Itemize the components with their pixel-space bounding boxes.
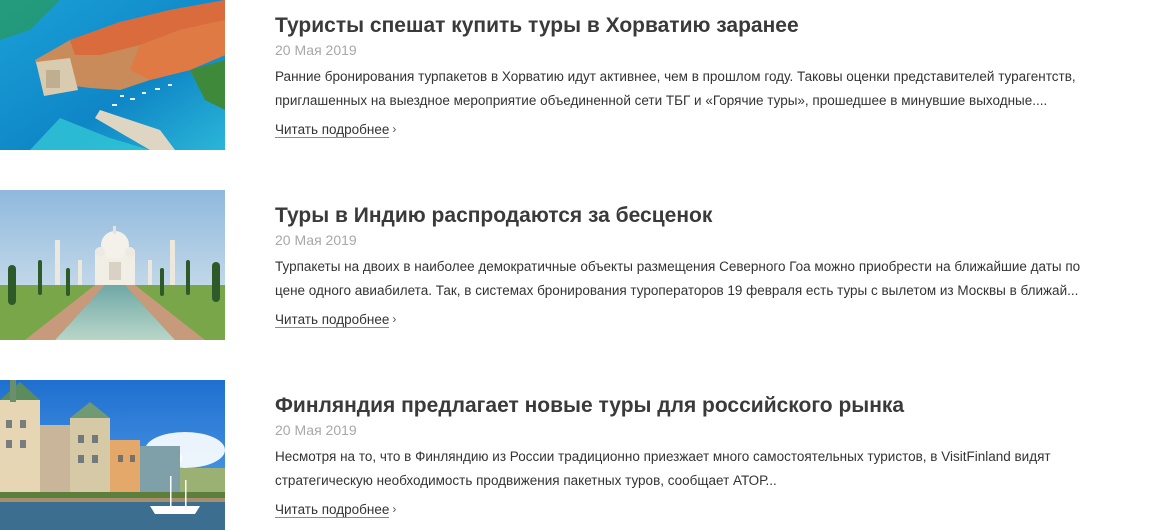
news-excerpt-line: Несмотря на то, что в Финляндию из Росси… xyxy=(275,449,1051,464)
read-more-label: Читать подробнее xyxy=(275,312,390,328)
news-item-india: Туры в Индию распродаются за бесценок 20… xyxy=(0,190,1166,340)
news-excerpt-line: стратегическую необходимость продвижения… xyxy=(275,473,777,488)
news-item-croatia: Туристы спешат купить туры в Хорватию за… xyxy=(0,0,1166,150)
news-image-dubrovnik[interactable] xyxy=(0,0,225,150)
news-title[interactable]: Туристы спешат купить туры в Хорватию за… xyxy=(275,12,799,40)
read-more-link[interactable]: Читать подробнее › xyxy=(275,309,396,330)
news-date: 20 Мая 2019 xyxy=(275,42,357,58)
news-excerpt-line: Ранние бронирования турпакетов в Хорвати… xyxy=(275,69,1076,84)
news-excerpt-line: приглашенных на выездное мероприятие объ… xyxy=(275,93,1048,108)
news-image-helsinki[interactable] xyxy=(0,380,225,530)
news-list: Туристы спешат купить туры в Хорватию за… xyxy=(0,0,1166,530)
news-date: 20 Мая 2019 xyxy=(275,232,357,248)
read-more-label: Читать подробнее xyxy=(275,502,390,518)
dubrovnik-photo-icon xyxy=(0,0,225,150)
news-date: 20 Мая 2019 xyxy=(275,422,357,438)
news-excerpt: Несмотря на то, что в Финляндию из Росси… xyxy=(275,445,1166,493)
read-more-link[interactable]: Читать подробнее › xyxy=(275,119,396,140)
news-excerpt-line: цене одного авиабилета. Так, в системах … xyxy=(275,283,1079,298)
taj-mahal-photo-icon xyxy=(0,190,225,340)
chevron-right-icon: › xyxy=(392,502,397,516)
news-title[interactable]: Туры в Индию распродаются за бесценок xyxy=(275,202,712,230)
news-item-finland: Финляндия предлагает новые туры для росс… xyxy=(0,380,1166,530)
news-image-taj-mahal[interactable] xyxy=(0,190,225,340)
chevron-right-icon: › xyxy=(392,312,397,326)
news-excerpt-line: Турпакеты на двоих в наиболее демократич… xyxy=(275,259,1081,274)
read-more-link[interactable]: Читать подробнее › xyxy=(275,499,396,520)
read-more-label: Читать подробнее xyxy=(275,122,390,138)
news-title[interactable]: Финляндия предлагает новые туры для росс… xyxy=(275,392,904,420)
news-excerpt: Турпакеты на двоих в наиболее демократич… xyxy=(275,255,1166,303)
news-excerpt: Ранние бронирования турпакетов в Хорвати… xyxy=(275,65,1166,113)
helsinki-photo-icon xyxy=(0,380,225,530)
chevron-right-icon: › xyxy=(392,122,397,136)
